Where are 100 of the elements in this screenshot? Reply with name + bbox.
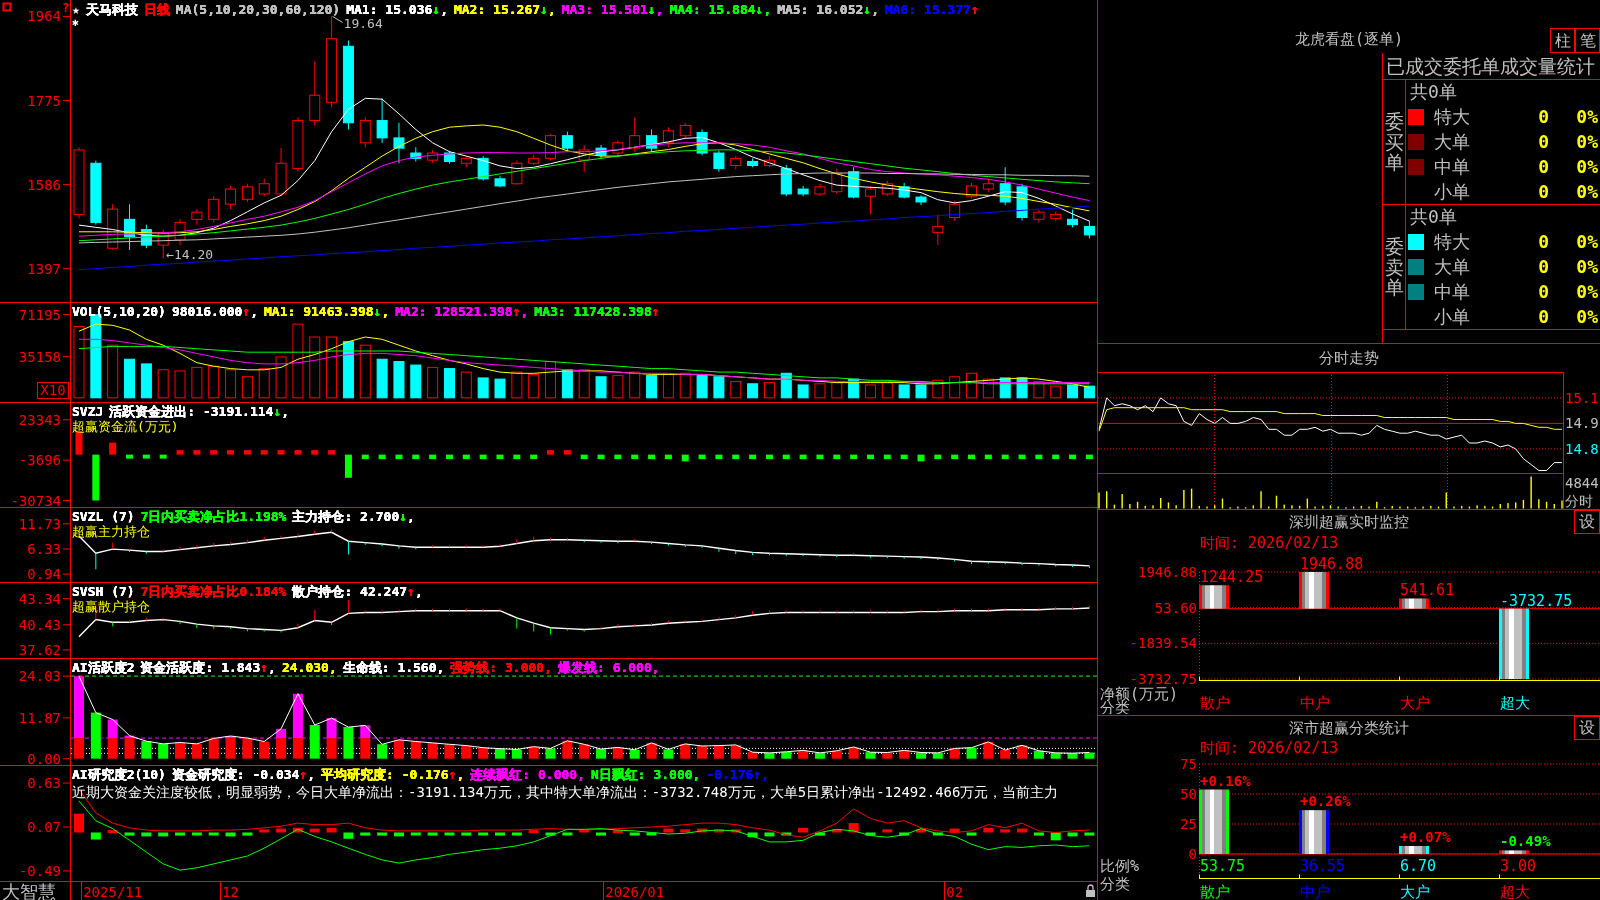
candle [730,155,742,170]
candle [1016,183,1028,222]
flow-bar [159,454,167,459]
research-bar [831,829,842,833]
legend-text: MA6: 15.377↑ [884,2,979,17]
order-size-label: 特大 [1434,230,1471,253]
value-label: 1244.25 [1200,568,1264,587]
flow-bar [75,431,83,455]
legend-text: 98016.000↑, [171,304,259,319]
flow-bar [1052,454,1060,460]
help-icon: ? [62,0,70,15]
axis-label: 0.63 [27,775,61,792]
volume-bar [1083,385,1095,399]
candle [932,213,944,246]
volume-bar [460,371,472,399]
volume-bar [157,369,169,399]
total-label: 共0单 [1410,206,1457,228]
candle [90,160,102,226]
activity-bar [697,746,708,759]
volume-bar [208,365,220,399]
category-label: 大户 [1400,883,1430,900]
view-button[interactable]: 笔 [1575,28,1600,53]
activity-bar [882,752,893,759]
candle [1067,209,1079,228]
activity-bar [629,749,640,759]
indicator-title: 超赢散户持仓 [72,599,150,614]
analysis-text: 近期大资金关注度较低，明显弱势，今日大单净流出：-3191.134万元，其中特大单净流出：-3732.748万元，大单5日累计净出-12492.466万元，当前主力 [72,783,1059,802]
view-button[interactable]: 柱 [1550,28,1575,53]
flow-bar [277,450,285,455]
research-bar [360,832,371,836]
settings-button[interactable]: 设 [1574,716,1600,740]
flow-bar [361,454,369,460]
activity-bar [393,739,404,759]
flow-bar [1085,454,1093,460]
legend-text: SVZJ [72,404,104,419]
activity-bar [798,750,809,759]
chart-bar [1399,845,1429,854]
candle [191,208,203,226]
candle [393,122,405,164]
volume-bar [359,344,371,399]
research-bar [848,823,859,833]
activity-bar [916,752,926,759]
candle [999,166,1011,206]
group-label: 委买单 [1384,110,1404,174]
candle [444,150,455,165]
legend-text: SVSH (7) [72,584,135,599]
flow-bar [193,450,201,455]
research-bar [1084,832,1095,836]
axis-label: 0 [1188,846,1197,862]
legend-text: 主力持仓: 2.700↓, [292,509,415,524]
volume-bar [174,370,186,399]
activity-bar [663,749,674,759]
activity-bar [141,741,152,759]
legend-text: MA4: 15.884↓, [669,2,772,17]
activity-bar [1000,750,1011,759]
volume-bar [966,372,977,399]
candle [814,183,826,197]
unit-label: X10 [37,382,69,399]
legend-text: 散户持仓: 42.247↑, [292,584,423,599]
order-count: 0 [1537,255,1549,278]
volume-bar [898,384,910,399]
scale-label: 4844 [1565,475,1599,491]
research-bar [410,832,421,836]
chart-bar [1299,572,1329,609]
activity-bar [545,748,556,759]
research-bar [528,830,539,834]
flow-bar [681,454,689,462]
star-icon: ★ [72,2,80,17]
candle [460,155,472,168]
legend-text: 天马科技 [85,2,138,17]
order-count: 0 [1537,280,1549,303]
settings-button[interactable]: 设 [1574,510,1600,534]
candle [696,128,708,156]
volume-bar [747,383,759,399]
research-bar [781,832,792,836]
legend-text: MA5: 16.052↓, [777,2,879,17]
flow-bar [243,450,251,455]
research-bar [747,832,758,838]
axis-label: 50 [1180,786,1197,802]
volume-bar [1033,380,1045,399]
volume-bar [561,369,573,399]
research-bar [579,829,590,833]
flow-bar [126,454,133,459]
flow-bar [260,450,268,455]
axis-label: 15.1 [1565,389,1599,406]
legend-text: SVZL (7) [72,509,135,524]
flow-bar [984,454,992,460]
research-bar [730,829,741,833]
value-label: 53.75 [1200,857,1246,875]
activity-bar [377,744,388,759]
axis-label: 40.43 [18,616,61,633]
research-bar [444,832,455,836]
order-size-label: 中单 [1434,155,1471,178]
flow-bar [614,454,622,460]
activity-bar [1067,753,1078,759]
order-count: 0 [1537,105,1549,128]
candle [747,157,759,168]
research-bar [646,832,657,836]
research-bar [1033,832,1044,836]
candle [292,116,304,173]
